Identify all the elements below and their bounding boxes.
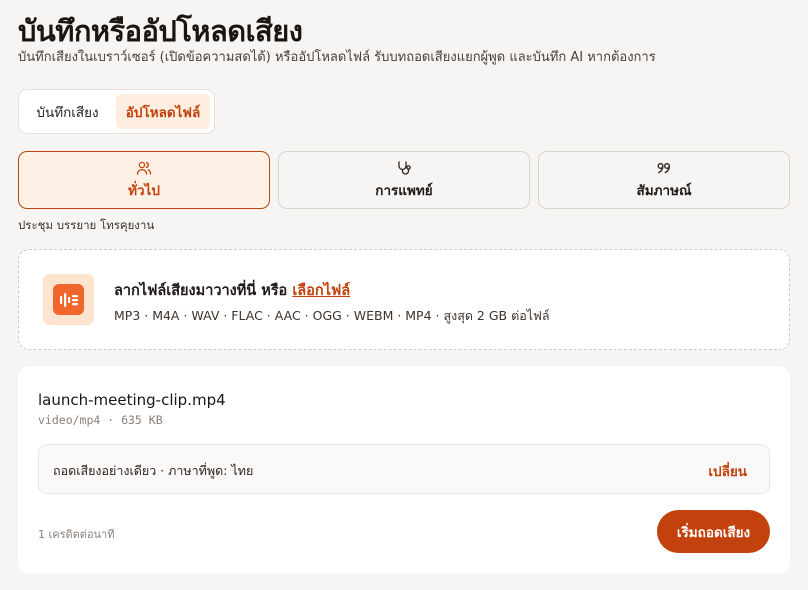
transcription-options: ถอดเสียงอย่างเดียว · ภาษาที่พูด: ไทย เปล…	[38, 444, 770, 494]
audio-file-icon	[43, 274, 94, 325]
change-options-button[interactable]: เปลี่ยน	[708, 460, 747, 482]
choose-file-link[interactable]: เลือกไฟล์	[292, 283, 350, 299]
file-dropzone[interactable]: ลากไฟล์เสียงมาวางที่นี่ หรือ เลือกไฟล์ M…	[18, 249, 790, 350]
supported-formats: MP3 · M4A · WAV · FLAC · AAC · OGG · WEB…	[114, 308, 550, 323]
category-label: ทั่วไป	[128, 182, 160, 199]
options-summary: ถอดเสียงอย่างเดียว · ภาษาที่พูด: ไทย	[53, 463, 254, 478]
dropzone-prompt: ลากไฟล์เสียงมาวางที่นี่ หรือ เลือกไฟล์	[114, 279, 350, 302]
category-label: การแพทย์	[375, 182, 433, 199]
users-icon	[136, 160, 152, 176]
mode-switch: บันทึกเสียง อัปโหลดไฟล์	[18, 89, 215, 134]
start-transcription-button[interactable]: เริ่มถอดเสียง	[657, 510, 770, 553]
category-medical-card[interactable]: การแพทย์	[278, 151, 530, 209]
selected-file-card: launch-meeting-clip.mp4 video/mp4 · 635 …	[18, 366, 790, 573]
category-description: ประชุม บรรยาย โทรคุยงาน	[18, 218, 155, 232]
credits-info: 1 เครดิตต่อนาที	[38, 528, 115, 541]
category-label: สัมภาษณ์	[636, 182, 692, 199]
category-interview-card[interactable]: สัมภาษณ์	[538, 151, 790, 209]
page-subtitle: บันทึกเสียงในเบราว์เซอร์ (เปิดข้อความสดไ…	[18, 50, 656, 65]
file-name: launch-meeting-clip.mp4	[38, 391, 226, 409]
upload-mode-button[interactable]: อัปโหลดไฟล์	[116, 94, 210, 129]
dropzone-prompt-text: ลากไฟล์เสียงมาวางที่นี่ หรือ	[114, 283, 293, 299]
file-meta: video/mp4 · 635 KB	[38, 413, 163, 427]
stethoscope-icon	[396, 160, 412, 176]
category-general-card[interactable]: ทั่วไป	[18, 151, 270, 209]
quote-icon	[656, 160, 672, 176]
category-selector: ทั่วไป การแพทย์ สัมภาษณ์	[18, 151, 790, 209]
record-mode-button[interactable]: บันทึกเสียง	[23, 94, 112, 129]
